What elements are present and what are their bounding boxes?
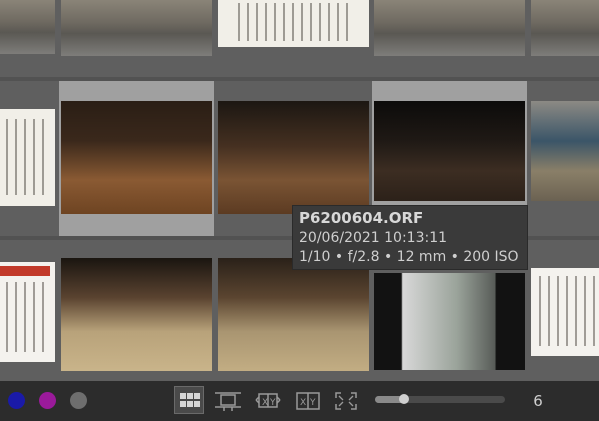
thumbnail-tile[interactable] xyxy=(216,0,371,77)
svg-text:X: X xyxy=(262,398,268,408)
svg-text:Y: Y xyxy=(269,398,276,408)
thumbnail-image xyxy=(531,268,599,356)
color-label-blue[interactable] xyxy=(8,392,25,409)
thumbnail-image xyxy=(531,0,599,56)
culling-dynamic-button[interactable]: X Y xyxy=(292,386,322,414)
thumbnail-tile[interactable] xyxy=(0,240,55,381)
thumbnail-image xyxy=(531,101,599,201)
thumbnail-tile[interactable] xyxy=(529,0,599,77)
thumbnail-tile[interactable] xyxy=(529,240,599,381)
zoom-slider[interactable] xyxy=(375,394,505,404)
filemanager-layout-button[interactable] xyxy=(174,386,204,414)
thumbnail-image xyxy=(61,101,212,214)
culling-fixed-button[interactable]: X Y xyxy=(252,386,282,414)
thumbnail-image xyxy=(374,101,525,201)
thumbnail-image xyxy=(0,262,55,362)
svg-text:X: X xyxy=(300,398,306,408)
thumbnail-image xyxy=(0,109,55,206)
thumbnail-tile[interactable] xyxy=(372,0,527,77)
tooltip-filename: P6200604.ORF xyxy=(299,209,424,227)
thumbnail-image xyxy=(218,258,369,371)
thumbnail-tile[interactable] xyxy=(529,81,599,236)
zoom-slider-knob[interactable] xyxy=(399,394,409,404)
thumbnail-tile[interactable] xyxy=(59,240,214,381)
zoomable-lighttable-icon xyxy=(215,392,241,411)
tooltip-exif: 1/10 • f/2.8 • 12 mm • 200 ISO xyxy=(299,249,519,265)
preview-button[interactable] xyxy=(330,386,360,414)
thumbnail-tile[interactable] xyxy=(59,0,214,77)
thumbnail-tile[interactable] xyxy=(0,81,55,236)
zoomable-lighttable-button[interactable] xyxy=(212,386,242,414)
thumbnail-image xyxy=(61,0,212,56)
lighttable-grid xyxy=(0,0,599,381)
culling-dynamic-icon: X Y xyxy=(296,392,320,410)
tooltip-datetime: 20/06/2021 10:13:11 xyxy=(299,230,448,246)
svg-text:Y: Y xyxy=(309,398,316,408)
fullscreen-preview-icon xyxy=(335,392,357,410)
grid-icon xyxy=(180,393,200,407)
thumbnail-image xyxy=(61,258,212,371)
thumbnail-image xyxy=(374,273,525,370)
color-label-purple[interactable] xyxy=(39,392,56,409)
thumbnail-tile[interactable] xyxy=(0,0,55,77)
bottom-toolbar: X Y X Y xyxy=(0,381,599,421)
image-info-tooltip: P6200604.ORF 20/06/2021 10:13:11 1/10 • … xyxy=(292,205,528,270)
culling-fixed-icon: X Y xyxy=(255,393,281,408)
color-label-gray[interactable] xyxy=(70,392,87,409)
thumbnail-image xyxy=(218,101,369,214)
thumbnail-image xyxy=(218,0,369,47)
thumbnail-tile-selected[interactable] xyxy=(59,81,214,236)
thumbnail-image xyxy=(374,0,525,56)
thumbnail-image xyxy=(0,0,55,54)
columns-count[interactable]: 6 xyxy=(518,389,558,413)
